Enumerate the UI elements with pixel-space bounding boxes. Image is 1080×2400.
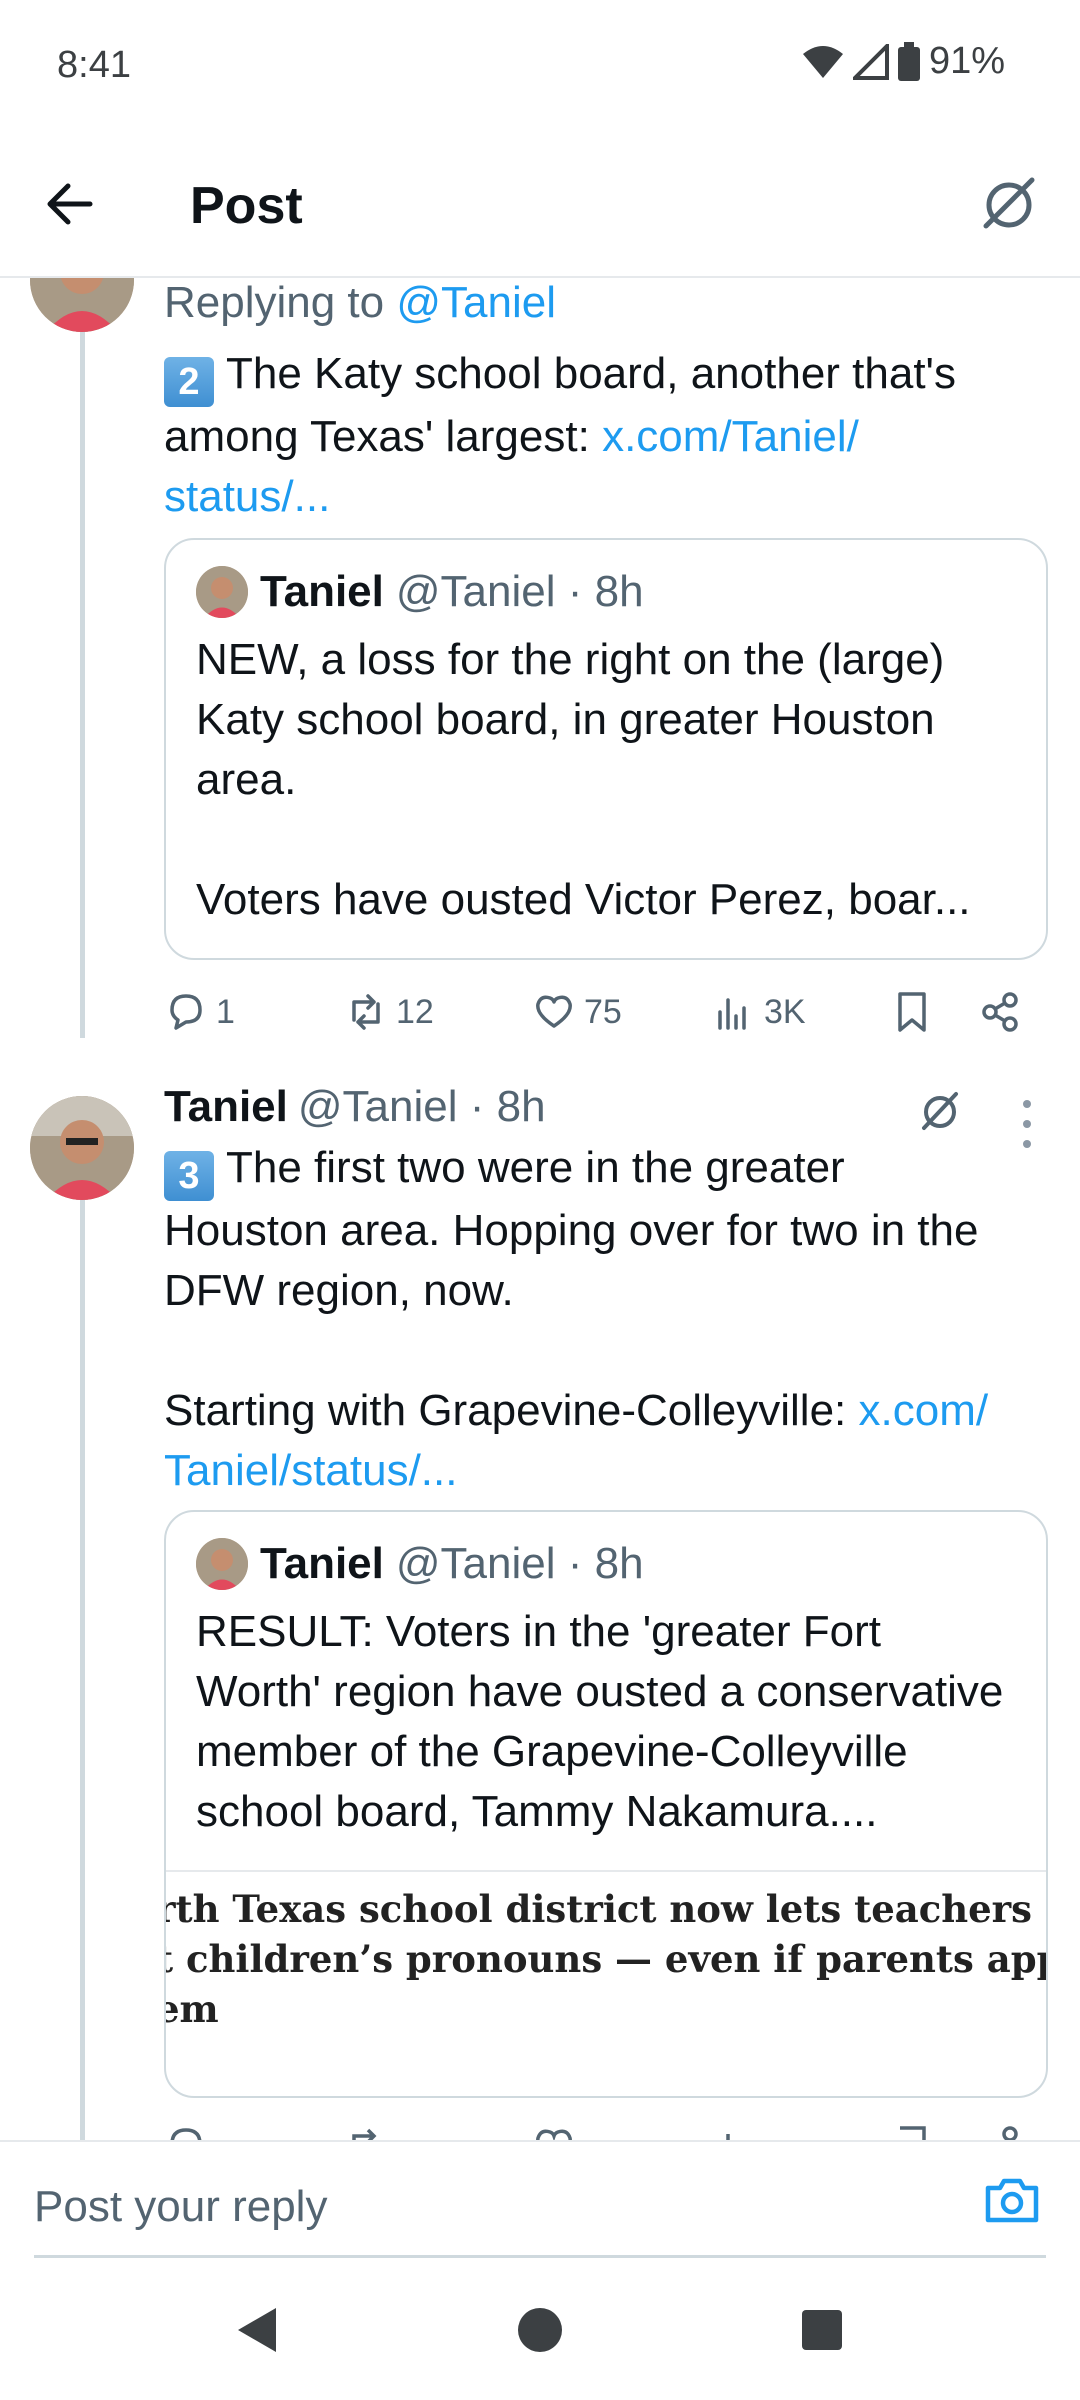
reply-icon (170, 2128, 202, 2140)
system-nav-bar (0, 2262, 1080, 2400)
post-link[interactable]: x.com/ (859, 1386, 989, 1435)
thread-line (80, 278, 85, 1038)
back-arrow-icon[interactable] (40, 174, 100, 234)
article-preview[interactable]: rth Texas school district now lets teach… (166, 1870, 1046, 2046)
like-button[interactable] (532, 2124, 576, 2140)
top-app-bar: Post (0, 130, 1080, 278)
nav-recents-icon[interactable] (792, 2300, 852, 2360)
reply-icon (170, 994, 202, 1030)
camera-icon[interactable] (982, 2170, 1042, 2230)
bookmark-button[interactable] (890, 990, 934, 1034)
keycap-emoji: 3 (164, 1151, 214, 1201)
replying-handle-link[interactable]: @Taniel (396, 278, 556, 327)
reply-underline (34, 2255, 1046, 2258)
battery-percent: 91% (928, 40, 1005, 82)
status-bar: 8:41 91% (0, 0, 1080, 130)
avatar[interactable] (30, 1096, 134, 1200)
keycap-emoji: 2 (164, 357, 214, 407)
post-text: 2 The Katy school board, another that's a… (164, 349, 956, 521)
reply-button[interactable] (164, 2124, 208, 2140)
share-icon (982, 992, 1018, 1032)
share-icon (1002, 2126, 1018, 2140)
share-button[interactable] (978, 990, 1022, 1034)
nav-back-icon[interactable] (228, 2300, 288, 2360)
quote-author-name: Taniel (260, 1539, 384, 1588)
repost-icon (352, 994, 380, 1030)
quote-text: NEW, a loss for the right on the (large)… (196, 635, 971, 924)
article-headline-line: rth Texas school district now lets teach… (166, 1887, 1033, 1931)
views-icon (718, 998, 746, 1030)
status-icons: 91% (801, 40, 1005, 83)
grok-icon[interactable] (916, 1086, 964, 1134)
quote-author-name: Taniel (260, 567, 384, 616)
quote-text: RESULT: Voters in the 'greater Fort Wort… (196, 1607, 1004, 1836)
nav-home-icon[interactable] (510, 2300, 570, 2360)
bookmark-button[interactable] (890, 2124, 934, 2140)
reply-button[interactable]: 1 (164, 990, 235, 1034)
quoted-post[interactable]: Taniel @Taniel · 8h RESULT: Voters in th… (164, 1510, 1048, 2098)
post-link[interactable]: Taniel/status/... (164, 1446, 457, 1495)
views-button[interactable]: 3K (712, 990, 806, 1034)
post-link[interactable]: x.com/Taniel/ (602, 412, 859, 461)
avatar (196, 566, 248, 618)
repost-icon (352, 2128, 377, 2140)
post-actions (164, 2124, 1044, 2140)
avatar (196, 1538, 248, 1590)
author-handle-time: @Taniel · 8h (297, 1082, 546, 1131)
quote-handle-time: @Taniel · 8h (395, 1539, 644, 1588)
replying-to: Replying to @Taniel (164, 278, 557, 327)
share-button[interactable] (978, 2124, 1022, 2140)
article-headline-line: em (166, 1987, 219, 2031)
page-title: Post (190, 177, 303, 235)
status-time: 8:41 (57, 44, 131, 86)
thread: Replying to @Taniel 2 The Katy school boa… (0, 278, 1080, 2140)
thread-line (80, 1178, 85, 2140)
post-header: Taniel @Taniel · 8h (164, 1082, 546, 1132)
article-headline-line: t children’s pronouns — even if parents … (166, 1937, 1046, 1981)
views-button[interactable] (712, 2124, 756, 2140)
quoted-post[interactable]: Taniel @Taniel · 8h NEW, a loss for the … (164, 538, 1048, 960)
bookmark-icon (900, 2126, 926, 2140)
reply-composer: Post your reply (0, 2140, 1080, 2262)
post-actions: 1 12 75 3K (164, 990, 1044, 1050)
grok-icon[interactable] (976, 170, 1042, 236)
bookmark-icon (898, 992, 926, 1032)
repost-button[interactable] (344, 2124, 388, 2140)
battery-icon (897, 41, 920, 81)
avatar[interactable] (30, 278, 134, 332)
views-icon (726, 2134, 730, 2140)
signal-icon (852, 43, 889, 80)
quote-header: Taniel @Taniel · 8h (166, 1512, 1046, 1590)
repost-button[interactable]: 12 (344, 990, 434, 1034)
reply-input[interactable]: Post your reply (34, 2182, 327, 2232)
post-link[interactable]: status/... (164, 472, 330, 521)
like-icon (536, 2129, 572, 2140)
wifi-icon (802, 45, 843, 78)
post-text: 3 The first two were in the greater Houst… (164, 1143, 989, 1495)
quote-handle-time: @Taniel · 8h (395, 567, 644, 616)
quote-header: Taniel @Taniel · 8h (166, 540, 1046, 618)
like-button[interactable]: 75 (532, 990, 622, 1034)
author-name[interactable]: Taniel (164, 1082, 288, 1132)
like-icon (536, 995, 572, 1028)
